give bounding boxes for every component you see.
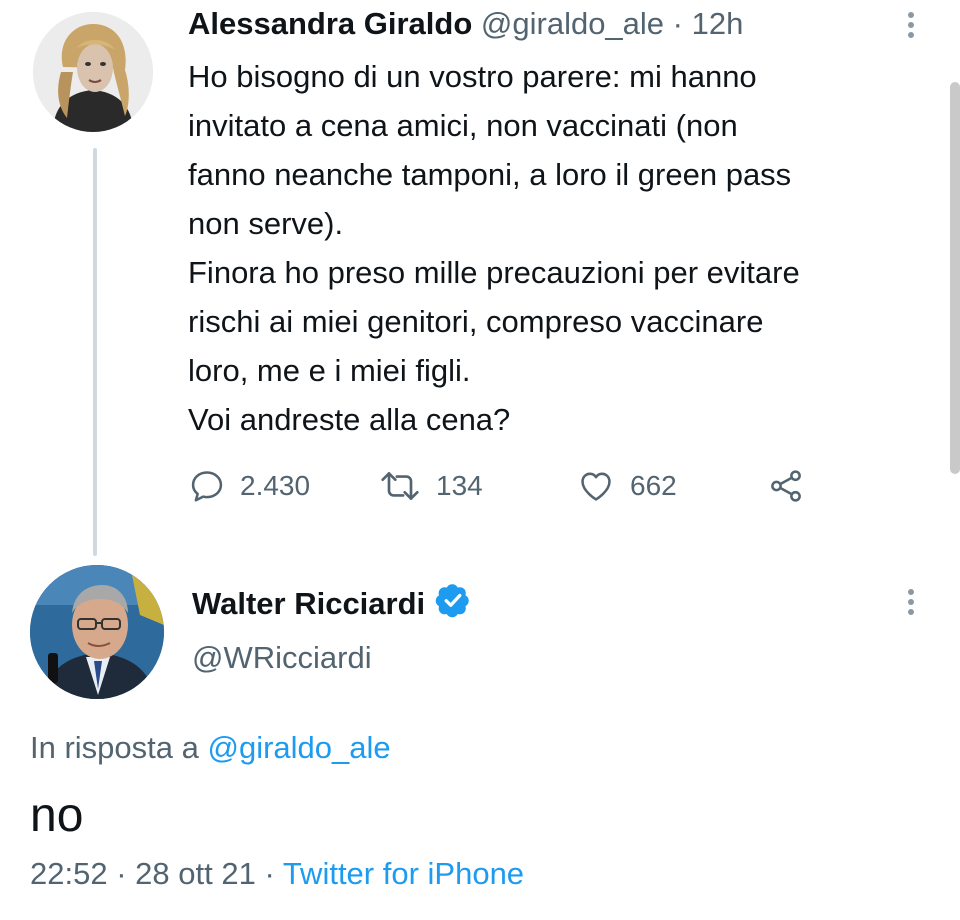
meta-separator: ·: [264, 856, 275, 891]
tweet-age[interactable]: 12h: [692, 6, 744, 41]
like-count: 662: [630, 470, 677, 501]
tweet-text-line: rischi ai miei genitori, compreso vaccin…: [188, 304, 764, 339]
meta-separator: ·: [116, 856, 127, 891]
tweet-text-line: Ho bisogno di un vostro parere: mi hanno: [188, 59, 757, 94]
tweet-time[interactable]: 22:52: [30, 856, 108, 891]
more-options-button[interactable]: [899, 8, 923, 42]
reply-author-handle[interactable]: @WRicciardi: [192, 640, 372, 676]
reply-tweet-meta: 22:52 · 28 ott 21 · Twitter for iPhone: [30, 856, 524, 892]
verified-badge-icon: [435, 582, 471, 626]
reply-button[interactable]: 2.430: [188, 462, 310, 510]
in-reply-mention-link[interactable]: @giraldo_ale: [208, 730, 391, 765]
tweet-text-line: invitato a cena amici, non vaccinati (no…: [188, 108, 738, 143]
tweet-date[interactable]: 28 ott 21: [135, 856, 256, 891]
avatar-alessandra-giraldo[interactable]: [33, 12, 153, 132]
original-author-name[interactable]: Alessandra Giraldo: [188, 6, 472, 41]
reply-icon: [188, 467, 226, 505]
tweet-text-line: Finora ho preso mille precauzioni per ev…: [188, 255, 800, 290]
share-button[interactable]: [766, 462, 806, 510]
original-tweet-text: Ho bisogno di un vostro parere: mi hanno…: [188, 52, 908, 444]
heart-icon: [576, 467, 616, 505]
header-separator: ·: [672, 6, 683, 41]
reply-author-row: Walter Ricciardi: [192, 582, 471, 626]
reply-count: 2.430: [240, 470, 311, 501]
more-options-button[interactable]: [899, 585, 923, 619]
retweet-count: 134: [436, 470, 483, 501]
avatar-walter-ricciardi[interactable]: [30, 565, 164, 699]
original-author-handle[interactable]: @giraldo_ale: [481, 6, 664, 41]
original-tweet-header: Alessandra Giraldo @giraldo_ale · 12h: [188, 6, 743, 42]
tweet-text-line: Voi andreste alla cena?: [188, 402, 511, 437]
tweet-text-line: loro, me e i miei figli.: [188, 353, 471, 388]
like-button[interactable]: 662: [576, 462, 677, 510]
tweet-source-link[interactable]: Twitter for iPhone: [283, 856, 524, 891]
thread-connector-line: [93, 148, 97, 556]
in-reply-prefix: In risposta a: [30, 730, 199, 765]
share-icon: [766, 467, 806, 505]
retweet-button[interactable]: 134: [378, 462, 483, 510]
in-reply-to-line: In risposta a @giraldo_ale: [30, 730, 391, 766]
scrollbar-thumb[interactable]: [950, 82, 960, 474]
reply-tweet-text: no: [30, 789, 84, 842]
tweet-text-line: non serve).: [188, 206, 344, 241]
retweet-icon: [378, 467, 422, 505]
tweet-text-line: fanno neanche tamponi, a loro il green p…: [188, 157, 792, 192]
reply-author-name[interactable]: Walter Ricciardi: [192, 586, 425, 622]
